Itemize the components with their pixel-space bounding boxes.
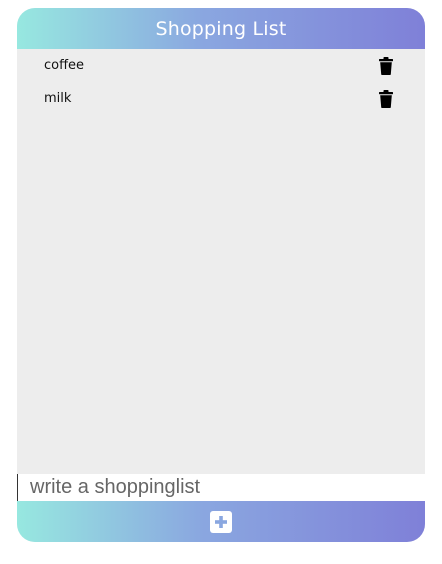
list-item: milk [17, 82, 425, 115]
add-item-button[interactable] [210, 510, 232, 533]
page-title: Shopping List [155, 17, 287, 40]
shopping-list: coffee milk [17, 49, 425, 474]
app-header: Shopping List [17, 8, 425, 49]
new-item-input[interactable] [17, 474, 425, 501]
shopping-list-app: Shopping List coffee milk [17, 8, 425, 542]
app-footer [17, 501, 425, 542]
delete-button[interactable] [379, 89, 393, 108]
list-item: coffee [17, 49, 425, 82]
trash-icon[interactable] [379, 56, 393, 75]
list-item-label: milk [44, 91, 72, 106]
new-item-row [17, 474, 425, 501]
delete-button[interactable] [379, 56, 393, 75]
plus-icon [215, 515, 227, 528]
trash-icon[interactable] [379, 89, 393, 108]
list-item-label: coffee [44, 58, 85, 73]
